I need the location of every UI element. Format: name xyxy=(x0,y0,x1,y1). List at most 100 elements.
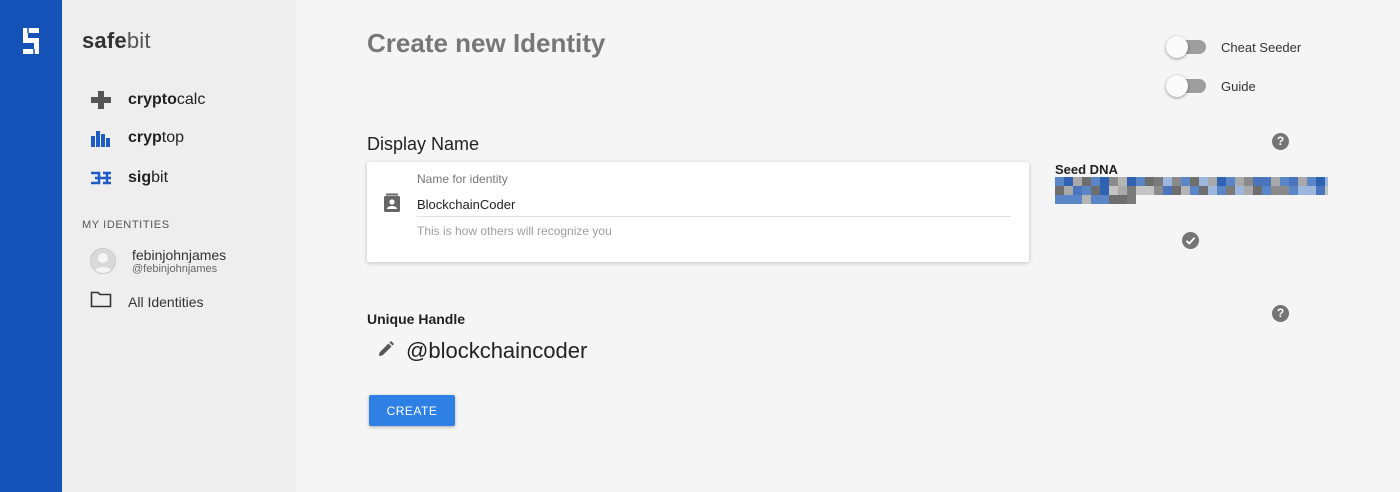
seed-dna-cell xyxy=(1199,177,1208,186)
seed-dna-cell xyxy=(1082,177,1091,186)
sidebar: safebit cryptocalc cryptop sigbit MY IDE… xyxy=(62,0,296,492)
brand-title: safebit xyxy=(82,28,151,54)
seed-dna-cell xyxy=(1316,186,1325,195)
help-icon[interactable]: ? xyxy=(1272,133,1289,150)
seed-dna-cell xyxy=(1199,186,1208,195)
seed-dna-cell xyxy=(1145,186,1154,195)
create-button[interactable]: CREATE xyxy=(369,395,455,426)
display-name-hint: This is how others will recognize you xyxy=(417,224,612,238)
seed-dna-cell xyxy=(1073,177,1082,186)
seed-dna-cell xyxy=(1307,177,1316,186)
identity-handle: @febinjohnjames xyxy=(132,263,218,275)
seed-dna-cell xyxy=(1271,177,1280,186)
identity-item[interactable]: febinjohnjames @febinjohnjames xyxy=(90,246,280,280)
seed-dna-title: Seed DNA xyxy=(1055,162,1118,177)
seed-dna-cell xyxy=(1190,186,1199,195)
identity-name: febinjohnjames xyxy=(132,247,227,263)
seed-dna-cell xyxy=(1064,186,1073,195)
seed-dna-cell xyxy=(1217,186,1226,195)
seed-dna-cell xyxy=(1109,177,1118,186)
folder-icon xyxy=(90,290,112,313)
sidebar-item-cryptop[interactable]: cryptop xyxy=(90,126,184,150)
unique-handle-title: Unique Handle xyxy=(367,311,466,327)
sidebar-item-label: cryptocalc xyxy=(128,91,205,109)
seed-dna-cell xyxy=(1082,186,1091,195)
seed-dna-cell xyxy=(1325,186,1328,195)
seed-dna-cell xyxy=(1235,186,1244,195)
seed-dna-cell xyxy=(1172,186,1181,195)
seed-dna-cell xyxy=(1208,177,1217,186)
seed-dna-cell xyxy=(1298,177,1307,186)
seed-dna-cell xyxy=(1289,177,1298,186)
seed-dna-cell xyxy=(1226,186,1235,195)
seed-dna-cell xyxy=(1190,177,1199,186)
display-name-title: Display Name xyxy=(367,134,480,154)
seed-dna-cell xyxy=(1163,186,1172,195)
seed-dna-cell xyxy=(1280,186,1289,195)
all-identities-link[interactable]: All Identities xyxy=(90,290,203,313)
seed-dna-cell xyxy=(1181,186,1190,195)
seed-dna-cell xyxy=(1181,177,1190,186)
seed-dna-cell xyxy=(1262,177,1271,186)
cheat-seeder-toggle[interactable]: Cheat Seeder xyxy=(1166,35,1301,59)
display-name-input[interactable] xyxy=(417,192,1011,217)
seed-dna-cell xyxy=(1145,177,1154,186)
toggle-switch[interactable] xyxy=(1166,35,1210,59)
seed-dna-cell xyxy=(1154,186,1163,195)
brand-title-bold: safe xyxy=(82,28,127,53)
seed-dna-cell xyxy=(1127,177,1136,186)
avatar xyxy=(90,248,116,274)
seed-dna-cell xyxy=(1244,186,1253,195)
seed-dna-cell xyxy=(1091,177,1100,186)
seed-dna-cell xyxy=(1082,195,1091,204)
check-circle-icon xyxy=(1182,232,1199,249)
sidebar-item-cryptocalc[interactable]: cryptocalc xyxy=(90,88,205,112)
seed-dna-cell xyxy=(1064,177,1073,186)
sidebar-item-label: cryptop xyxy=(128,129,184,147)
seed-dna-cell xyxy=(1127,195,1136,204)
signal-icon xyxy=(90,168,112,188)
seed-dna-cell xyxy=(1307,186,1316,195)
seed-dna-cell xyxy=(1091,186,1100,195)
seed-dna-cell xyxy=(1100,195,1109,204)
seed-dna-cell xyxy=(1109,195,1118,204)
display-name-label: Name for identity xyxy=(417,172,508,186)
seed-dna-cell xyxy=(1109,186,1118,195)
seed-dna-cell xyxy=(1100,186,1109,195)
seed-dna-cell xyxy=(1280,177,1289,186)
seed-dna-cell xyxy=(1271,186,1280,195)
safebit-logo-icon[interactable] xyxy=(21,26,41,61)
seed-dna-cell xyxy=(1064,195,1073,204)
sidebar-item-label-bold: cryp xyxy=(128,129,162,146)
sidebar-item-label-regular: top xyxy=(161,129,185,146)
toggle-label: Guide xyxy=(1221,78,1256,94)
sidebar-item-label-regular: calc xyxy=(176,91,206,108)
seed-dna-cell xyxy=(1289,186,1298,195)
sidebar-item-sigbit[interactable]: sigbit xyxy=(90,166,168,190)
seed-dna-cell xyxy=(1118,186,1127,195)
seed-dna-cell xyxy=(1091,195,1100,204)
help-icon[interactable]: ? xyxy=(1272,305,1289,322)
seed-dna-cell xyxy=(1316,177,1325,186)
guide-toggle[interactable]: Guide xyxy=(1166,74,1256,98)
pencil-icon[interactable] xyxy=(377,340,395,363)
toggle-switch[interactable] xyxy=(1166,74,1210,98)
display-name-card: Name for identity This is how others wil… xyxy=(367,162,1029,262)
app-rail xyxy=(0,0,62,492)
seed-dna-cell xyxy=(1136,177,1145,186)
toggle-label: Cheat Seeder xyxy=(1221,39,1302,55)
seed-dna-cell xyxy=(1244,177,1253,186)
seed-dna-cell xyxy=(1073,186,1082,195)
seed-dna-cell xyxy=(1262,186,1271,195)
bar-chart-icon xyxy=(90,128,112,148)
sidebar-item-label: sigbit xyxy=(128,169,168,187)
seed-dna-pattern xyxy=(1055,177,1328,204)
sidebar-item-label-bold: sig xyxy=(128,169,152,186)
seed-dna-cell xyxy=(1073,195,1082,204)
sidebar-item-label-bold: crypto xyxy=(128,91,177,108)
identities-section-title: MY IDENTITIES xyxy=(82,219,170,231)
sidebar-item-label-regular: bit xyxy=(151,169,169,186)
seed-dna-cell xyxy=(1217,177,1226,186)
all-identities-label: All Identities xyxy=(128,293,204,310)
toggle-knob xyxy=(1166,36,1188,58)
